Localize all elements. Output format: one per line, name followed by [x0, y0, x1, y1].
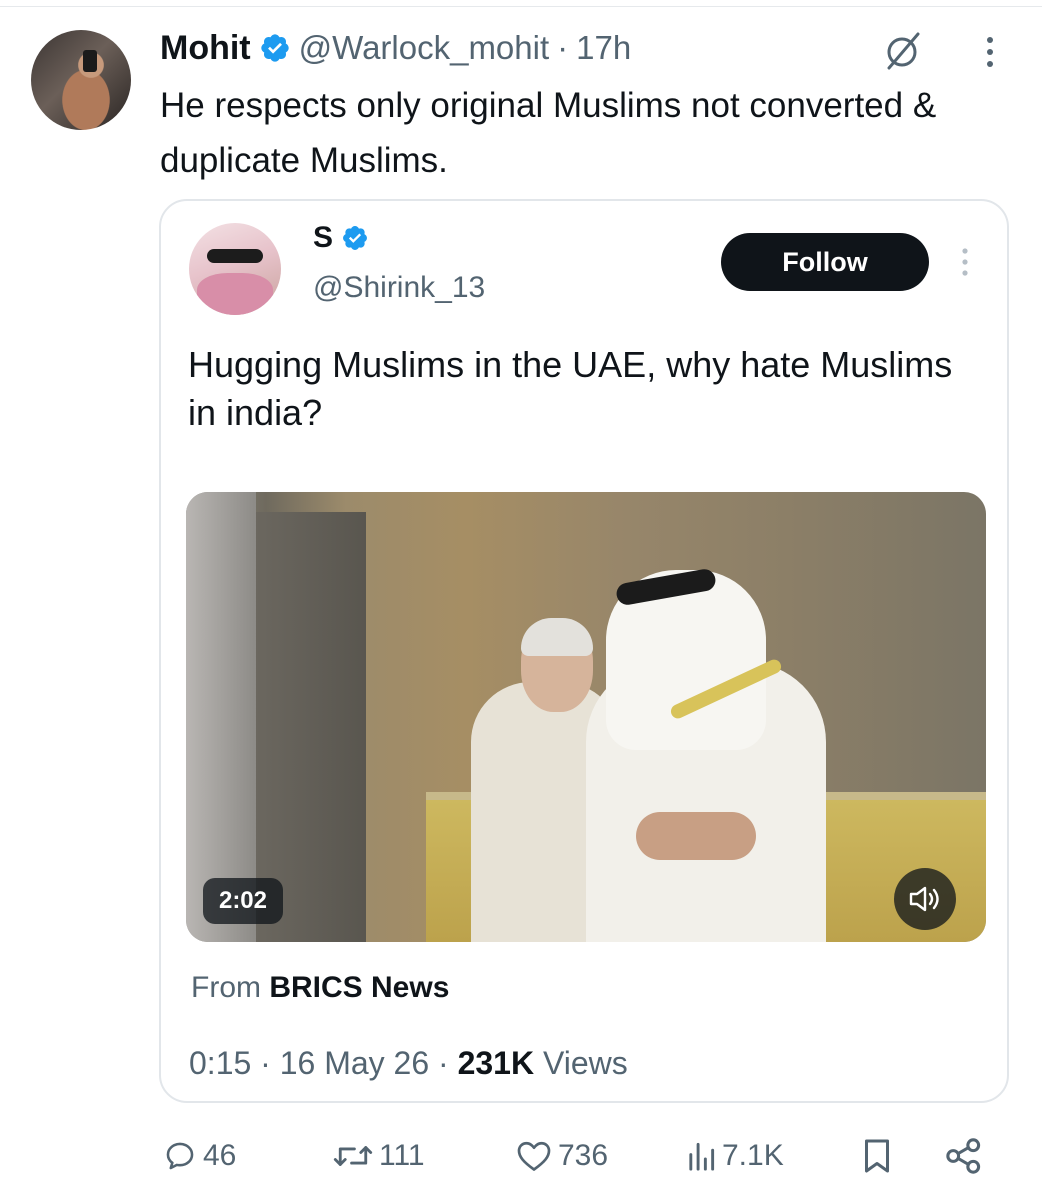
like-count: 736	[558, 1139, 609, 1172]
from-prefix: From	[191, 971, 261, 1004]
follow-button[interactable]: Follow	[721, 233, 929, 291]
bookmark-button[interactable]	[862, 1134, 892, 1178]
author-handle[interactable]: @Warlock_mohit	[299, 29, 550, 67]
meta-views-label: Views	[542, 1045, 628, 1081]
views-button[interactable]: 7.1K	[686, 1134, 784, 1178]
reply-button[interactable]: 46	[163, 1134, 236, 1178]
meta-time: 0:15	[189, 1045, 252, 1081]
meta-separator: ·	[260, 1045, 271, 1081]
avatar-phone-detail	[83, 50, 97, 72]
meta-date: 16 May 26	[279, 1045, 430, 1081]
quoted-author-name-row: S	[313, 221, 369, 255]
author-avatar[interactable]	[31, 30, 131, 130]
verified-icon	[260, 34, 289, 62]
views-count: 7.1K	[722, 1139, 784, 1172]
quoted-tweet-meta: 0:15 · 16 May 26 · 231K Views	[189, 1045, 628, 1082]
more-icon[interactable]	[980, 32, 1000, 72]
like-button[interactable]: 736	[516, 1134, 608, 1178]
quoted-author-handle[interactable]: @Shirink_13	[313, 271, 485, 305]
repost-count: 111	[379, 1139, 425, 1172]
grok-icon[interactable]	[880, 28, 924, 72]
views-icon	[689, 1142, 715, 1171]
video-scene-hand	[636, 812, 756, 860]
video-scene-hair-left	[521, 618, 593, 656]
tweet-text: He respects only original Muslims not co…	[160, 86, 937, 180]
from-source-link[interactable]: BRICS News	[269, 971, 449, 1004]
more-icon[interactable]	[957, 245, 973, 279]
volume-icon	[909, 886, 939, 912]
reply-icon	[166, 1142, 194, 1170]
repost-button[interactable]: 111	[333, 1134, 425, 1178]
author-display-name[interactable]: Mohit	[160, 29, 251, 68]
avatar-sunglasses-detail	[207, 249, 263, 263]
avatar-scarf-detail	[197, 273, 273, 315]
tweet-time[interactable]: 17h	[576, 29, 631, 67]
author-name-row: Mohit @Warlock_mohit · 17h	[160, 26, 631, 70]
like-icon	[517, 1141, 551, 1171]
verified-icon	[343, 226, 367, 250]
quoted-author-avatar[interactable]	[189, 223, 281, 315]
quoted-tweet-card[interactable]: S @Shirink_13 Follow Hugging Muslims in …	[159, 199, 1009, 1103]
repost-icon	[333, 1146, 373, 1166]
meta-separator: ·	[438, 1045, 449, 1081]
meta-views-count: 231K	[457, 1045, 535, 1081]
share-button[interactable]	[944, 1134, 984, 1178]
video-duration-badge: 2:02	[203, 878, 283, 924]
share-icon	[946, 1138, 981, 1174]
quoted-tweet-text: Hugging Muslims in the UAE, why hate Mus…	[188, 344, 953, 433]
reply-count: 46	[203, 1139, 237, 1172]
video-source-attribution: From BRICS News	[191, 971, 449, 1005]
video-player[interactable]: 2:02	[186, 492, 986, 942]
video-scene-wall	[186, 492, 256, 942]
quoted-author-display-name[interactable]: S	[313, 221, 333, 255]
time-separator: ·	[557, 29, 569, 66]
bookmark-icon	[865, 1139, 889, 1173]
top-divider	[0, 6, 1042, 7]
volume-toggle-button[interactable]	[894, 868, 956, 930]
